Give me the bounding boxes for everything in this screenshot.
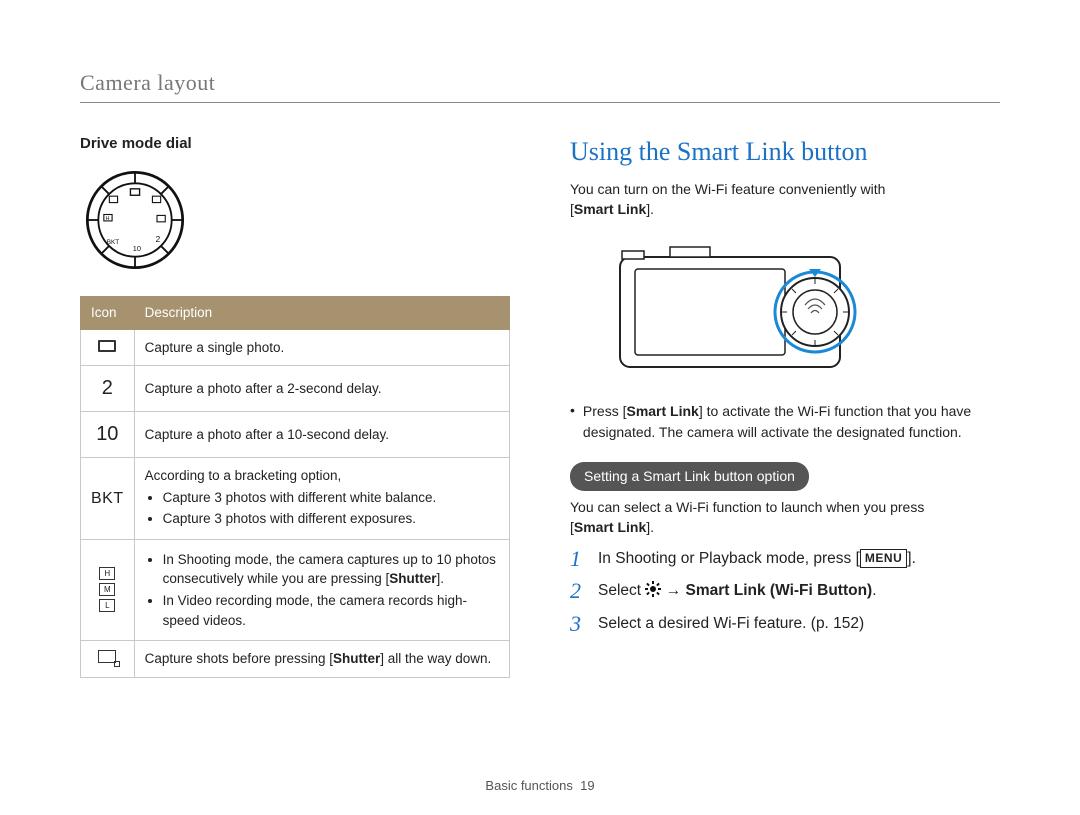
table-row: Capture shots before pressing [Shutter] … bbox=[81, 641, 510, 678]
setting-option-pill: Setting a Smart Link button option bbox=[570, 462, 809, 491]
bracket-icon: BKT bbox=[81, 458, 135, 540]
step-number: 3 bbox=[570, 613, 588, 635]
bracket-desc: According to a bracketing option, Captur… bbox=[134, 458, 509, 540]
drive-mode-table: Icon Description Capture a single photo.… bbox=[80, 296, 510, 678]
step-3: 3 Select a desired Wi-Fi feature. (p. 15… bbox=[570, 613, 1000, 635]
smart-link-heading: Using the Smart Link button bbox=[570, 133, 1000, 171]
precapture-icon bbox=[81, 641, 135, 678]
svg-text:10: 10 bbox=[133, 244, 141, 253]
precapture-desc: Capture shots before pressing [Shutter] … bbox=[134, 641, 509, 678]
single-shot-icon bbox=[81, 329, 135, 366]
table-header-row: Icon Description bbox=[81, 297, 510, 330]
table-row: 10 Capture a photo after a 10-second del… bbox=[81, 412, 510, 458]
step-number: 1 bbox=[570, 548, 588, 570]
table-row: 2 Capture a photo after a 2-second delay… bbox=[81, 366, 510, 412]
drive-mode-dial-illustration: 2 10 BKT H bbox=[80, 165, 510, 280]
setting-option-intro: You can select a Wi-Fi function to launc… bbox=[570, 497, 1000, 538]
timer-10-icon: 10 bbox=[81, 412, 135, 458]
burst-desc: In Shooting mode, the camera captures up… bbox=[134, 539, 509, 640]
table-row: H M L In Shooting mode, the camera captu… bbox=[81, 539, 510, 640]
single-shot-desc: Capture a single photo. bbox=[134, 329, 509, 366]
timer-2-desc: Capture a photo after a 2-second delay. bbox=[134, 366, 509, 412]
svg-text:BKT: BKT bbox=[107, 239, 120, 246]
camera-illustration bbox=[610, 227, 870, 387]
timer-2-icon: 2 bbox=[81, 366, 135, 412]
list-item: In Shooting mode, the camera captures up… bbox=[163, 550, 499, 589]
drive-mode-dial-heading: Drive mode dial bbox=[80, 133, 510, 155]
dial-icon: 2 10 BKT H bbox=[80, 165, 190, 275]
left-column: Drive mode dial 2 10 bbox=[80, 133, 510, 678]
gear-icon bbox=[645, 581, 661, 604]
step-number: 2 bbox=[570, 580, 588, 602]
col-header-description: Description bbox=[134, 297, 509, 330]
step-2: 2 Select → Smart Link (Wi-Fi Button). bbox=[570, 580, 1000, 604]
timer-10-desc: Capture a photo after a 10-second delay. bbox=[134, 412, 509, 458]
bullet-icon: • bbox=[570, 401, 575, 442]
right-column: Using the Smart Link button You can turn… bbox=[570, 133, 1000, 678]
list-item: Capture 3 photos with different white ba… bbox=[163, 488, 499, 508]
two-column-layout: Drive mode dial 2 10 bbox=[80, 133, 1000, 678]
step-1: 1 In Shooting or Playback mode, press [M… bbox=[570, 548, 1000, 570]
smart-link-intro: You can turn on the Wi-Fi feature conven… bbox=[570, 179, 1000, 220]
svg-text:2: 2 bbox=[156, 235, 161, 244]
col-header-icon: Icon bbox=[81, 297, 135, 330]
svg-text:H: H bbox=[106, 216, 110, 222]
burst-icon: H M L bbox=[81, 539, 135, 640]
page-footer: Basic functions 19 bbox=[0, 778, 1080, 793]
running-head: Camera layout bbox=[80, 70, 1000, 103]
menu-button-label: MENU bbox=[860, 549, 907, 568]
smart-link-note: • Press [Smart Link] to activate the Wi-… bbox=[570, 401, 1000, 442]
list-item: In Video recording mode, the camera reco… bbox=[163, 591, 499, 630]
table-row: Capture a single photo. bbox=[81, 329, 510, 366]
steps-list: 1 In Shooting or Playback mode, press [M… bbox=[570, 548, 1000, 636]
table-row: BKT According to a bracketing option, Ca… bbox=[81, 458, 510, 540]
list-item: Capture 3 photos with different exposure… bbox=[163, 509, 499, 529]
